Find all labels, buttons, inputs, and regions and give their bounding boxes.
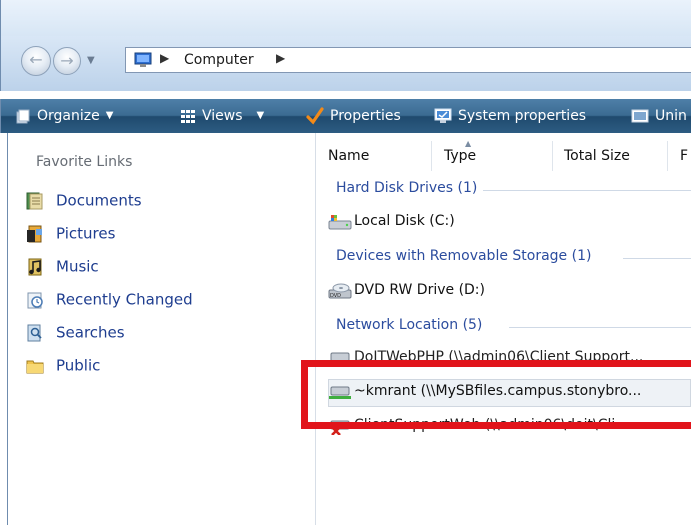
navigation-pane: Favorite Links Documents Pictures Music xyxy=(7,133,316,525)
group-divider xyxy=(509,327,691,328)
column-divider[interactable] xyxy=(667,141,668,171)
chevron-down-icon: ▼ xyxy=(105,110,114,121)
drive-item-local-disk[interactable]: Local Disk (C:) xyxy=(328,211,455,235)
title-bar xyxy=(0,0,691,36)
group-divider xyxy=(623,258,691,259)
column-header-free-space[interactable]: F xyxy=(680,133,688,169)
favorite-link-recently-changed[interactable]: Recently Changed xyxy=(26,290,193,312)
searches-icon xyxy=(27,324,42,341)
favorite-link-searches[interactable]: Searches xyxy=(26,323,125,345)
breadcrumb-separator-icon[interactable]: ▶ xyxy=(160,51,169,65)
pictures-icon xyxy=(27,225,42,242)
drive-item-dvd-rw[interactable]: DVD DVD RW Drive (D:) xyxy=(328,280,485,304)
system-properties-icon xyxy=(434,108,452,123)
dvd-drive-icon: DVD xyxy=(328,283,352,299)
sort-ascending-icon: ▲ xyxy=(465,139,472,148)
system-properties-button[interactable]: System properties xyxy=(434,99,586,133)
organize-icon xyxy=(16,109,30,124)
column-header-total-size[interactable]: Total Size xyxy=(564,133,630,169)
address-row: ← → ▼ ▶ Computer ▶ xyxy=(0,36,691,91)
column-header-name[interactable]: Name xyxy=(328,133,369,169)
favorite-links-title: Favorite Links xyxy=(36,154,133,170)
group-header-removable-storage[interactable]: Devices with Removable Storage (1) xyxy=(336,248,591,264)
back-button[interactable]: ← xyxy=(21,46,51,76)
uninstall-icon xyxy=(631,109,649,123)
address-bar[interactable]: ▶ Computer ▶ xyxy=(125,47,691,73)
group-header-hard-disk-drives[interactable]: Hard Disk Drives (1) xyxy=(336,180,477,196)
explorer-window: ← → ▼ ▶ Computer ▶ Organize ▼ Views ▼ Pr… xyxy=(0,0,691,525)
uninstall-button[interactable]: Unin xyxy=(631,99,687,133)
forward-arrow-icon: → xyxy=(60,51,74,70)
views-icon xyxy=(181,110,195,123)
recently-changed-icon xyxy=(27,292,43,308)
chevron-down-icon: ▼ xyxy=(256,110,265,121)
breadcrumb-computer[interactable]: Computer xyxy=(184,52,254,68)
forward-button[interactable]: → xyxy=(53,47,81,75)
favorite-link-public[interactable]: Public xyxy=(26,356,100,378)
column-header-type[interactable]: Type xyxy=(444,133,476,169)
favorite-link-music[interactable]: Music xyxy=(26,257,99,279)
recent-pages-dropdown[interactable]: ▼ xyxy=(87,55,95,66)
command-toolbar: Organize ▼ Views ▼ Properties System prope… xyxy=(0,99,691,133)
favorite-link-documents[interactable]: Documents xyxy=(26,191,142,213)
svg-text:DVD: DVD xyxy=(330,293,341,299)
file-list-pane: Name Type ▲ Total Size F Hard Disk Drive… xyxy=(316,133,691,525)
red-highlight-box xyxy=(301,360,691,429)
music-icon xyxy=(28,258,42,275)
back-arrow-icon: ← xyxy=(29,50,43,69)
column-divider[interactable] xyxy=(431,141,432,171)
group-header-network-location[interactable]: Network Location (5) xyxy=(336,317,482,333)
local-disk-icon xyxy=(328,215,352,230)
checkmark-icon xyxy=(306,107,324,125)
public-folder-icon xyxy=(26,360,44,373)
views-button[interactable]: Views ▼ xyxy=(180,99,264,133)
documents-icon xyxy=(26,192,43,209)
computer-icon xyxy=(134,52,152,67)
breadcrumb-separator-icon[interactable]: ▶ xyxy=(276,51,285,65)
column-divider[interactable] xyxy=(552,141,553,171)
properties-button[interactable]: Properties xyxy=(306,99,401,133)
favorite-link-pictures[interactable]: Pictures xyxy=(26,224,115,246)
group-divider xyxy=(483,190,691,191)
organize-button[interactable]: Organize ▼ xyxy=(15,99,113,133)
